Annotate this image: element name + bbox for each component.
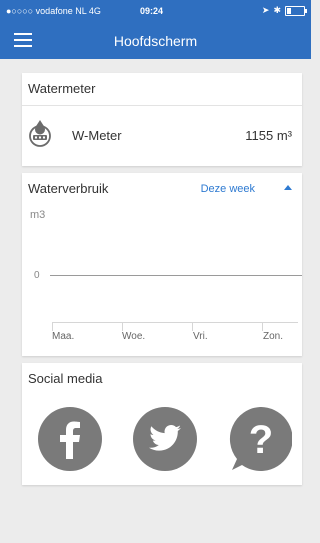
bluetooth-icon: ✱ xyxy=(273,5,281,15)
status-bar: ●○○○○ vodafone NL 4G 09:24 ➤ ✱ xyxy=(0,0,311,24)
app-header: ●○○○○ vodafone NL 4G 09:24 ➤ ✱ Hoofdsche… xyxy=(0,0,311,59)
meter-value: 1155 m³ xyxy=(245,128,292,143)
zero-line xyxy=(50,275,302,276)
x-tick xyxy=(122,322,123,331)
y-axis-unit: m3 xyxy=(30,209,46,221)
social-title: Social media xyxy=(28,371,103,386)
period-selector[interactable]: Deze week xyxy=(201,183,255,195)
twitter-icon[interactable] xyxy=(133,407,197,471)
help-icon[interactable]: ? xyxy=(228,407,292,471)
water-meter-icon xyxy=(29,120,51,147)
chevron-up-icon[interactable] xyxy=(284,185,292,190)
watermeter-card: Watermeter W-Meter 1155 m³ xyxy=(22,73,302,166)
y-tick-zero: 0 xyxy=(34,270,40,281)
svg-text:?: ? xyxy=(249,418,273,462)
status-time: 09:24 xyxy=(140,6,164,16)
social-card: Social media ? xyxy=(22,363,302,485)
location-icon: ➤ xyxy=(261,5,270,15)
waterverbruik-title: Waterverbruik xyxy=(28,181,109,196)
watermeter-divider xyxy=(22,105,302,106)
battery-fill xyxy=(287,7,291,14)
status-right: ➤ ✱ xyxy=(261,5,307,16)
x-label-woe: Woe. xyxy=(122,331,146,342)
x-label-maa: Maa. xyxy=(52,331,75,342)
x-label-vri: Vri. xyxy=(193,331,208,342)
watermeter-title: Watermeter xyxy=(28,81,96,96)
battery-icon xyxy=(285,5,307,16)
x-tick xyxy=(262,322,263,331)
x-tick xyxy=(52,322,53,331)
x-label-zon: Zon. xyxy=(263,331,284,342)
waterverbruik-card: Waterverbruik Deze week m3 0 Maa. Woe. V… xyxy=(22,173,302,356)
page-title: Hoofdscherm xyxy=(113,33,198,49)
x-tick xyxy=(192,322,193,331)
meter-name[interactable]: W-Meter xyxy=(72,128,122,143)
facebook-icon[interactable] xyxy=(38,407,102,471)
carrier-label: ●○○○○ vodafone NL 4G xyxy=(6,6,101,16)
